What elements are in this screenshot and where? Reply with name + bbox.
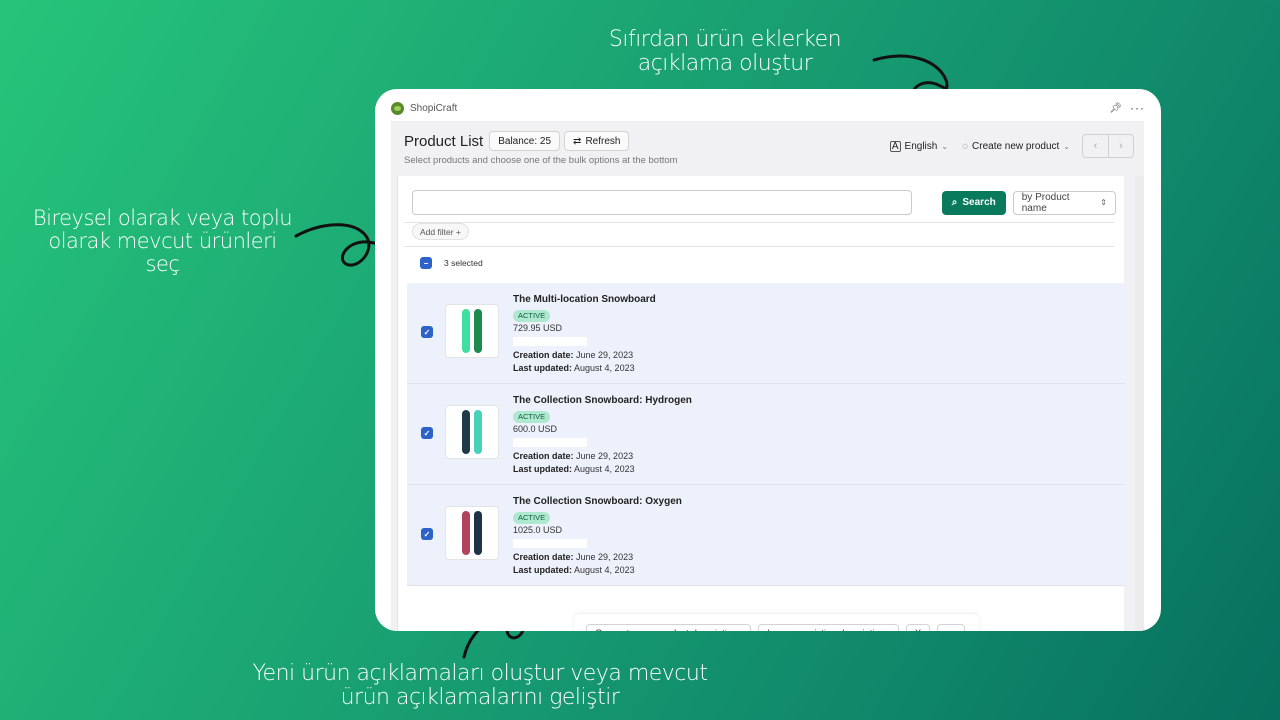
refresh-icon: ⇄ — [573, 135, 582, 147]
snowboard-image — [474, 410, 482, 454]
chevron-down-icon: ⌄ — [1063, 141, 1070, 151]
create-new-product-button[interactable]: ◌ Create new product ⌄ — [962, 141, 1070, 152]
sort-value: by Product name — [1021, 191, 1070, 214]
app-title-bar: ShopiCraft 📌︎ ··· — [391, 97, 1145, 119]
refresh-label: Refresh — [585, 135, 621, 147]
app-name: ShopiCraft — [410, 102, 458, 114]
product-thumbnail — [445, 405, 499, 459]
annotation-select-products: Bireysel olarak veya toplu olarak mevcut… — [32, 206, 293, 277]
select-arrows-icon: ⇕ — [1100, 198, 1107, 207]
search-icon: ⌕ — [951, 197, 958, 208]
creation-date: June 29, 2023 — [576, 551, 634, 562]
scrollbar[interactable] — [1135, 176, 1144, 631]
page-header: Product List Balance: 25 ⇄ Refresh Selec… — [404, 131, 1134, 166]
language-selector[interactable]: A English ⌄ — [889, 140, 949, 152]
search-input[interactable] — [412, 190, 912, 215]
product-price: 600.0 USD — [513, 423, 558, 434]
snowboard-image — [462, 309, 470, 353]
product-thumbnail — [445, 304, 499, 358]
snowboard-image — [474, 511, 482, 555]
app-window: ShopiCraft 📌︎ ··· Product List Balance: … — [375, 89, 1161, 631]
more-actions-button[interactable]: ··· — [937, 623, 965, 631]
last-updated-date: August 4, 2023 — [574, 463, 635, 474]
product-list: ✓ The Multi-location Snowboard ACTIVE 72… — [407, 283, 1125, 586]
product-name[interactable]: The Collection Snowboard: Oxygen — [513, 495, 682, 510]
divider — [404, 246, 1114, 247]
redacted-field — [513, 336, 587, 346]
shopicraft-logo-icon — [391, 101, 404, 115]
product-name[interactable]: The Collection Snowboard: Hydrogen — [513, 394, 692, 409]
status-badge: ACTIVE — [513, 511, 551, 524]
generate-descriptions-button[interactable]: Generate new product descriptions — [586, 623, 752, 631]
annotation-generate-improve: Yeni ürün açıklamaları oluştur veya mevc… — [252, 661, 708, 711]
product-row[interactable]: ✓ The Multi-location Snowboard ACTIVE 72… — [407, 283, 1125, 384]
product-thumbnail — [445, 506, 499, 560]
product-card: ⌕ Search by Product name ⇕ Add filter + … — [397, 176, 1125, 631]
product-row[interactable]: ✓ The Collection Snowboard: Oxygen ACTIV… — [407, 485, 1125, 586]
chevron-down-icon: ⌄ — [941, 141, 949, 151]
creation-date-label: Creation date: — [513, 349, 574, 360]
creation-date: June 29, 2023 — [576, 349, 634, 360]
refresh-button[interactable]: ⇄ Refresh — [564, 131, 630, 151]
close-bulk-bar-button[interactable]: X — [905, 623, 931, 631]
pagination: ‹ › — [1082, 134, 1134, 158]
snowboard-image — [462, 410, 470, 454]
next-page-button[interactable]: › — [1108, 135, 1133, 157]
sort-select[interactable]: by Product name ⇕ — [1012, 190, 1116, 215]
row-checkbox[interactable]: ✓ — [421, 326, 433, 338]
status-badge: ACTIVE — [513, 309, 551, 322]
product-name[interactable]: The Multi-location Snowboard — [513, 293, 656, 308]
snowboard-image — [474, 309, 482, 353]
product-price: 1025.0 USD — [513, 524, 563, 535]
bulk-action-bar: Generate new product descriptions Improv… — [574, 614, 979, 631]
product-list-page: Product List Balance: 25 ⇄ Refresh Selec… — [391, 121, 1144, 631]
improve-descriptions-button[interactable]: Improve existing descriptions — [758, 623, 899, 631]
last-updated-date: August 4, 2023 — [574, 362, 635, 373]
search-button[interactable]: ⌕ Search — [941, 190, 1006, 215]
page-title: Product List — [404, 132, 484, 150]
add-filter-button[interactable]: Add filter + — [412, 223, 469, 240]
balance-badge: Balance: 25 — [489, 131, 561, 151]
creation-date-label: Creation date: — [513, 551, 574, 562]
previous-page-button[interactable]: ‹ — [1083, 135, 1108, 157]
bulk-select-row: − 3 selected — [420, 257, 483, 269]
language-label: English — [904, 140, 938, 152]
status-badge: ACTIVE — [513, 410, 551, 423]
last-updated-label: Last updated: — [513, 463, 573, 474]
search-label: Search — [962, 197, 996, 208]
translate-icon: A — [889, 140, 901, 152]
creation-date: June 29, 2023 — [576, 450, 634, 461]
product-row[interactable]: ✓ The Collection Snowboard: Hydrogen ACT… — [407, 384, 1125, 485]
product-price: 729.95 USD — [513, 322, 563, 333]
selected-count: 3 selected — [444, 258, 483, 268]
creation-date-label: Creation date: — [513, 450, 574, 461]
last-updated-date: August 4, 2023 — [574, 564, 635, 575]
last-updated-label: Last updated: — [513, 564, 573, 575]
row-checkbox[interactable]: ✓ — [421, 427, 433, 439]
more-icon[interactable]: ··· — [1130, 101, 1145, 115]
redacted-field — [513, 538, 587, 548]
pin-icon[interactable]: 📌︎ — [1109, 103, 1122, 114]
redacted-field — [513, 437, 587, 447]
row-checkbox[interactable]: ✓ — [421, 528, 433, 540]
sparkle-icon: ◌ — [962, 140, 969, 152]
divider — [404, 222, 1114, 223]
select-all-checkbox[interactable]: − — [420, 257, 432, 269]
snowboard-image — [462, 511, 470, 555]
create-new-product-label: Create new product — [972, 140, 1060, 152]
last-updated-label: Last updated: — [513, 362, 573, 373]
annotation-create-description: Sıfırdan ürün eklerken açıklama oluştur — [608, 27, 842, 77]
